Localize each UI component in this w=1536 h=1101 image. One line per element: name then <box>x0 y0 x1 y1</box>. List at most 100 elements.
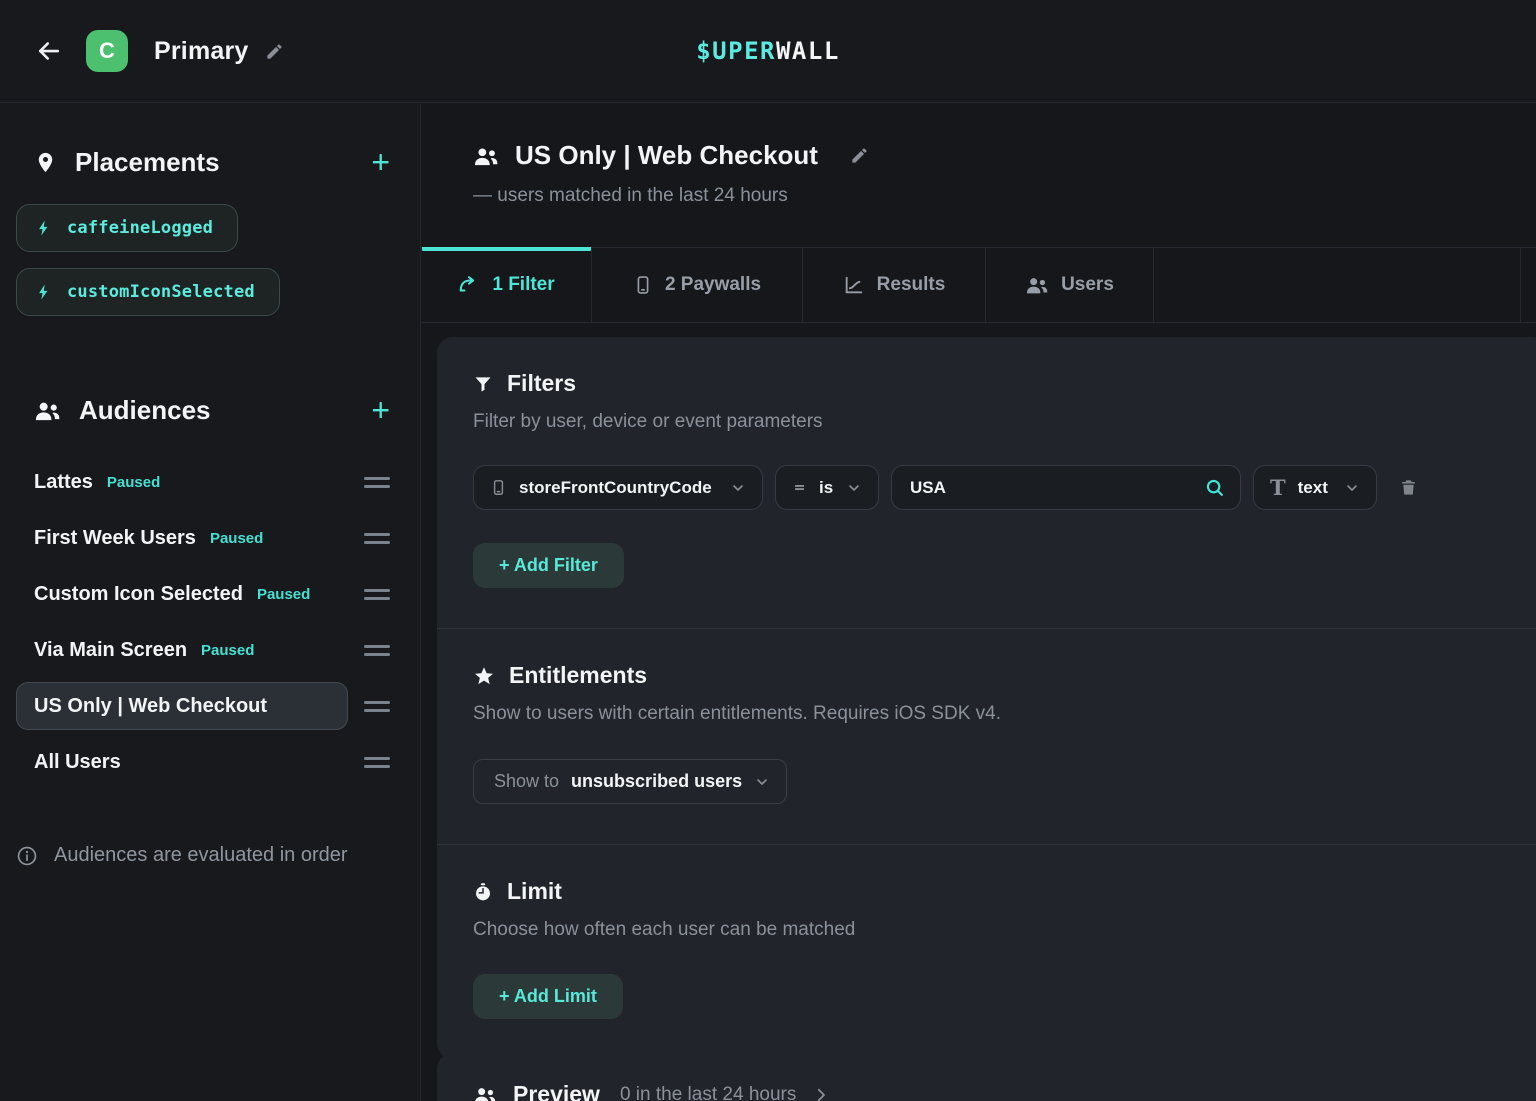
page-title: Primary <box>154 37 249 66</box>
operator-dropdown[interactable]: is <box>775 465 879 510</box>
tab-filter[interactable]: 1 Filter <box>422 248 592 322</box>
show-to-dropdown[interactable]: Show to unsubscribed users <box>473 759 787 804</box>
paused-badge: Paused <box>257 586 310 603</box>
preview-title: Preview <box>513 1081 600 1101</box>
add-filter-button[interactable]: + Add Filter <box>473 543 624 588</box>
chevron-down-icon <box>730 480 746 496</box>
drag-handle-icon[interactable] <box>364 533 390 544</box>
filters-subtitle: Filter by user, device or event paramete… <box>473 411 1511 433</box>
add-placement-button[interactable]: + <box>371 148 390 176</box>
edit-audience-pencil-icon[interactable] <box>850 146 869 165</box>
drag-handle-icon[interactable] <box>364 701 390 712</box>
show-to-value: unsubscribed users <box>571 771 742 792</box>
tab-bar-filler <box>1154 248 1521 322</box>
logo-part-white: WALL <box>776 37 840 65</box>
paused-badge: Paused <box>201 642 254 659</box>
filter-row: storeFrontCountryCode is <box>473 465 1511 510</box>
parameter-dropdown[interactable]: storeFrontCountryCode <box>473 465 763 510</box>
tab-label: Users <box>1061 274 1114 296</box>
entitlements-section: Entitlements Show to users with certain … <box>437 629 1536 844</box>
show-to-label: Show to <box>494 771 559 792</box>
audiences-footnote: Audiences are evaluated in order <box>16 844 348 867</box>
superwall-logo: $UPERWALL <box>696 37 840 65</box>
main-panel: US Only | Web Checkout — users matched i… <box>422 104 1536 1101</box>
audience-item-all-users[interactable]: All Users <box>0 734 420 790</box>
limit-section: Limit Choose how often each user can be … <box>437 845 1536 1059</box>
drag-handle-icon[interactable] <box>364 645 390 656</box>
drag-handle-icon[interactable] <box>364 757 390 768</box>
chart-icon <box>843 274 865 296</box>
star-icon <box>473 665 495 687</box>
audience-title: US Only | Web Checkout <box>515 140 818 171</box>
filters-title: Filters <box>507 370 576 397</box>
lightning-bolt-icon <box>35 283 53 301</box>
audience-item-via-main-screen[interactable]: Via Main Screen Paused <box>0 622 420 678</box>
placement-label: caffeineLogged <box>67 218 213 238</box>
audiences-header: Audiences + <box>0 392 420 428</box>
placement-label: customIconSelected <box>67 282 255 302</box>
tab-users[interactable]: Users <box>986 248 1154 322</box>
delete-filter-trash-icon[interactable] <box>1399 477 1418 498</box>
add-limit-button[interactable]: + Add Limit <box>473 974 623 1019</box>
audience-list: Lattes Paused First Week Users Paused Cu… <box>0 454 420 790</box>
placement-item-customiconselected[interactable]: customIconSelected <box>16 268 280 316</box>
lightning-bolt-icon <box>35 219 53 237</box>
tab-bar: 1 Filter 2 Paywalls Results Users <box>422 247 1536 323</box>
filter-funnel-arrow-icon <box>458 274 480 296</box>
preview-subtitle: 0 in the last 24 hours <box>620 1084 796 1101</box>
audience-item-first-week-users[interactable]: First Week Users Paused <box>0 510 420 566</box>
operator-value: is <box>819 478 833 498</box>
paused-badge: Paused <box>107 474 160 491</box>
avatar[interactable]: C <box>86 30 128 72</box>
audiences-title: Audiences <box>79 395 371 426</box>
top-bar: C Primary $UPERWALL <box>0 0 1536 103</box>
stopwatch-icon <box>473 881 493 903</box>
add-audience-button[interactable]: + <box>371 396 390 424</box>
info-icon <box>16 845 38 867</box>
edit-title-pencil-icon[interactable] <box>265 42 284 61</box>
audience-label: Lattes <box>34 471 93 494</box>
filters-section: Filters Filter by user, device or event … <box>437 337 1536 628</box>
placement-list: caffeineLogged customIconSelected <box>0 180 420 316</box>
phone-icon <box>490 478 507 497</box>
preview-header[interactable]: Preview 0 in the last 24 hours <box>437 1053 1536 1101</box>
chevron-down-icon <box>754 774 770 790</box>
phone-icon <box>633 274 653 296</box>
map-pin-icon <box>34 151 57 174</box>
value-type-dropdown[interactable]: T text <box>1253 465 1377 510</box>
logo-part-teal: $UPER <box>696 37 776 65</box>
filter-value-input[interactable] <box>910 478 1204 498</box>
limit-title: Limit <box>507 878 562 905</box>
preview-card: Preview 0 in the last 24 hours <box>437 1053 1536 1101</box>
audience-item-custom-icon-selected[interactable]: Custom Icon Selected Paused <box>0 566 420 622</box>
footnote-text: Audiences are evaluated in order <box>54 844 348 867</box>
entitlements-title: Entitlements <box>509 662 647 689</box>
chevron-down-icon <box>1344 480 1360 496</box>
users-icon <box>1025 275 1049 295</box>
audience-label: All Users <box>34 751 121 774</box>
text-type-icon: T <box>1270 477 1286 498</box>
audience-item-us-only-web-checkout-selected[interactable]: US Only | Web Checkout <box>0 678 420 734</box>
audience-settings-card: Filters Filter by user, device or event … <box>437 337 1536 1059</box>
drag-handle-icon[interactable] <box>364 477 390 488</box>
users-icon <box>473 145 499 167</box>
placement-item-caffeinelogged[interactable]: caffeineLogged <box>16 204 238 252</box>
audience-label: First Week Users <box>34 527 196 550</box>
drag-handle-icon[interactable] <box>364 589 390 600</box>
audience-label: US Only | Web Checkout <box>34 695 267 718</box>
funnel-icon <box>473 374 493 394</box>
back-arrow-icon[interactable] <box>34 36 64 66</box>
paused-badge: Paused <box>210 530 263 547</box>
limit-subtitle: Choose how often each user can be matche… <box>473 919 1511 941</box>
tab-bar-end <box>1521 248 1536 322</box>
search-icon[interactable] <box>1204 477 1226 499</box>
audience-subtitle: — users matched in the last 24 hours <box>473 185 1536 207</box>
entitlements-subtitle: Show to users with certain entitlements.… <box>473 703 1511 725</box>
tab-label: Results <box>877 274 946 296</box>
audience-item-lattes[interactable]: Lattes Paused <box>0 454 420 510</box>
equals-icon <box>792 480 807 495</box>
tab-results[interactable]: Results <box>803 248 986 322</box>
audience-detail-header: US Only | Web Checkout — users matched i… <box>422 104 1536 207</box>
audience-label: Custom Icon Selected <box>34 583 243 606</box>
tab-paywalls[interactable]: 2 Paywalls <box>592 248 803 322</box>
